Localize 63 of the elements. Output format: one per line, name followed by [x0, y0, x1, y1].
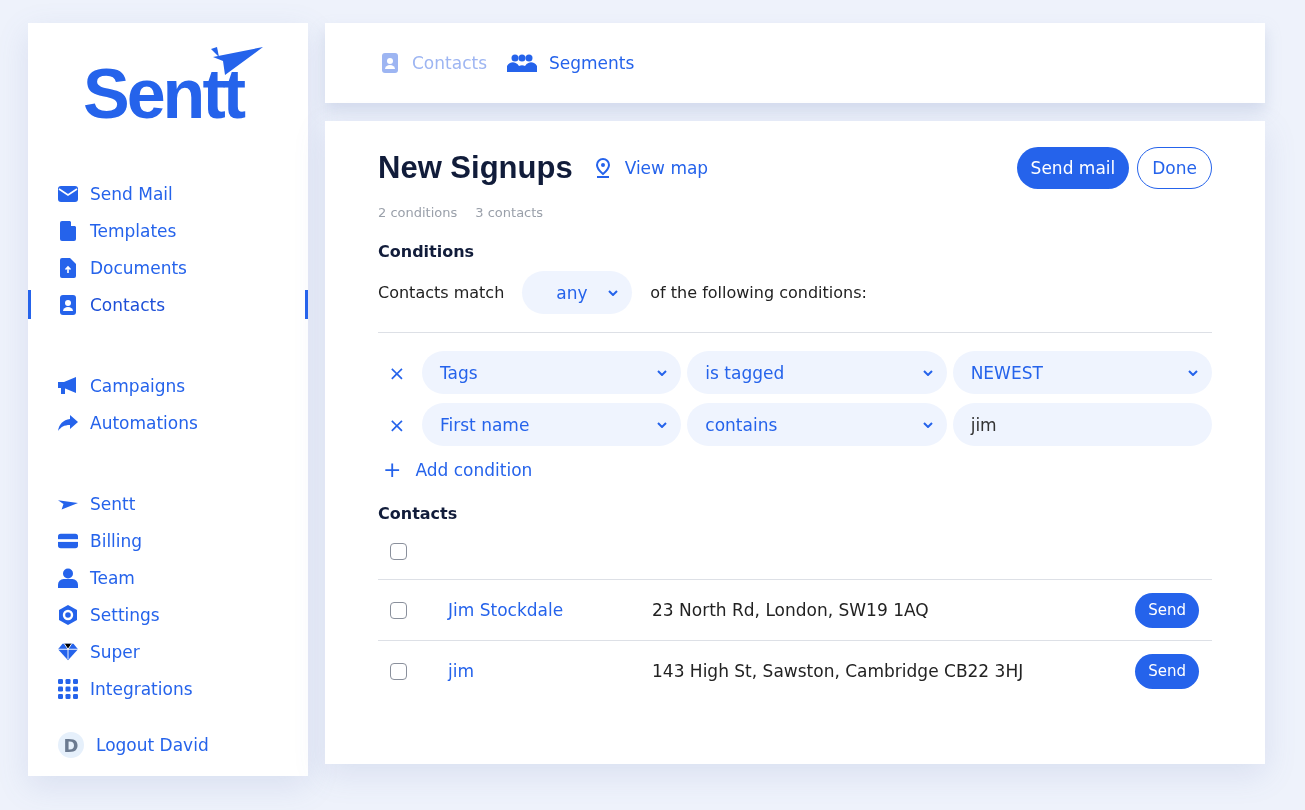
contact-card-icon: [380, 53, 400, 73]
segment-title: New Signups: [378, 150, 573, 186]
view-map-link[interactable]: View map: [592, 158, 709, 178]
value-input[interactable]: jim: [952, 403, 1212, 446]
envelope-icon: [58, 183, 78, 204]
contact-name-link[interactable]: Jim Stockdale: [448, 600, 652, 620]
field-select[interactable]: Tags: [422, 351, 682, 394]
nav-item[interactable]: Templates: [28, 212, 308, 249]
people-group-icon: [507, 53, 537, 73]
document-icon: [58, 220, 78, 241]
logout-link[interactable]: D Logout David: [28, 725, 308, 765]
field-select[interactable]: First name: [422, 403, 682, 446]
nav-item[interactable]: Super: [28, 633, 308, 670]
section-heading: Contacts: [378, 504, 459, 523]
operator-select[interactable]: contains: [687, 403, 947, 446]
avatar: D: [58, 732, 84, 758]
match-label: of the following conditions:: [650, 283, 867, 302]
chevron-down-icon: [922, 421, 933, 428]
nav-item[interactable]: Automations: [28, 404, 308, 441]
file-upload-icon: [58, 257, 78, 278]
forward-arrow-icon: [58, 412, 78, 433]
send-button[interactable]: Send: [1135, 653, 1199, 689]
nav-item[interactable]: Billing: [28, 522, 308, 559]
logo: Sentt: [83, 63, 243, 125]
row-checkbox[interactable]: [390, 601, 407, 619]
value-select[interactable]: NEWEST: [952, 351, 1212, 394]
megaphone-icon: [58, 375, 78, 396]
nav-item[interactable]: Sentt: [28, 485, 308, 522]
settings-icon: [58, 604, 78, 625]
nav-item[interactable]: Integrations: [28, 670, 308, 707]
section-heading: Conditions: [378, 242, 476, 261]
chevron-down-icon: [657, 369, 668, 376]
person-icon: [58, 567, 78, 588]
select-all-checkbox[interactable]: [390, 542, 407, 560]
nav-item[interactable]: Contacts: [28, 286, 308, 323]
nav-item[interactable]: Team: [28, 559, 308, 596]
add-condition-link[interactable]: + Add condition: [383, 457, 533, 482]
done-button[interactable]: Done: [1137, 147, 1212, 189]
match-select[interactable]: any: [522, 271, 633, 314]
operator-select[interactable]: is tagged: [687, 351, 947, 394]
nav-item[interactable]: Settings: [28, 596, 308, 633]
tab[interactable]: Segments: [507, 53, 635, 73]
chevron-down-icon: [1188, 369, 1198, 376]
remove-condition-button[interactable]: ×: [378, 360, 416, 385]
stat-text: 3 contacts: [475, 205, 544, 220]
address-cell-text: 23 North Rd, London, SW19 1AQ: [652, 600, 930, 620]
send-button[interactable]: Send: [1135, 592, 1199, 628]
contact-name-link[interactable]: jim: [448, 661, 652, 681]
address-cell-text: 143 High St, Sawston, Cambridge CB22 3HJ: [652, 661, 1025, 681]
remove-condition-button[interactable]: ×: [378, 412, 416, 437]
row-checkbox[interactable]: [390, 662, 407, 680]
nav-item[interactable]: Documents: [28, 249, 308, 286]
chevron-down-icon: [922, 369, 933, 376]
contact-card-icon: [58, 294, 78, 315]
nav-item[interactable]: Campaigns: [28, 367, 308, 404]
stat-text: 2 conditions: [378, 205, 458, 220]
match-label: Contacts match: [378, 283, 505, 302]
grid-icon: [58, 678, 78, 699]
send-mail-button[interactable]: Send mail: [1016, 147, 1130, 189]
nav-item[interactable]: Send Mail: [28, 175, 308, 212]
diamond-icon: [58, 641, 78, 662]
chevron-down-icon: [657, 421, 668, 428]
chevron-down-icon: [608, 289, 619, 296]
